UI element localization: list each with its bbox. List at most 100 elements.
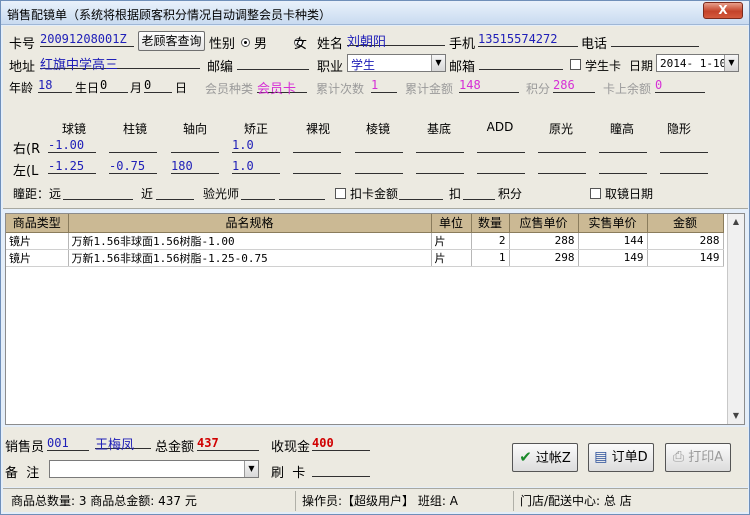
total-amount-label: 累计金额 xyxy=(405,82,454,96)
cell-name[interactable]: 万新1.56非球面1.56树脂-1.00 xyxy=(68,232,432,250)
job-select[interactable]: 学生 ▼ xyxy=(347,54,446,72)
right-prism[interactable] xyxy=(355,138,403,153)
job-label: 职业 xyxy=(317,60,344,75)
birth-month-field[interactable]: 0 xyxy=(144,78,172,93)
right-sphere[interactable]: -1.00 xyxy=(48,138,96,153)
deduct-card-checkbox[interactable] xyxy=(335,188,346,199)
age-field[interactable]: 18 xyxy=(38,78,72,93)
deduct-points-field[interactable] xyxy=(463,185,495,200)
pickup-date-checkbox[interactable] xyxy=(590,188,601,199)
col-qty[interactable]: 数量 xyxy=(471,214,510,233)
date-picker[interactable]: 2014- 1-10 ▼ xyxy=(656,54,739,72)
col-unit[interactable]: 单位 xyxy=(431,214,472,233)
order-button[interactable]: ▤ 订单D xyxy=(588,443,654,472)
left-sphere[interactable]: -1.25 xyxy=(48,159,96,174)
pd-far-field[interactable] xyxy=(63,185,133,200)
left-original[interactable] xyxy=(538,159,586,174)
right-add[interactable] xyxy=(477,138,525,153)
cash-field[interactable]: 400 xyxy=(312,436,370,451)
cell-qty[interactable]: 2 xyxy=(471,232,510,250)
cell-list-price[interactable]: 298 xyxy=(509,249,579,267)
remark-select[interactable]: ▼ xyxy=(49,460,259,478)
scroll-up-icon[interactable]: ▲ xyxy=(728,214,744,230)
left-cylinder[interactable]: -0.75 xyxy=(109,159,157,174)
cell-type[interactable]: 镜片 xyxy=(6,232,69,250)
left-add[interactable] xyxy=(477,159,525,174)
right-cylinder[interactable] xyxy=(109,138,157,153)
name-field[interactable]: 刘朝阳 xyxy=(347,31,445,50)
right-pupil-height[interactable] xyxy=(599,138,647,153)
col-sale-price[interactable]: 实售单价 xyxy=(578,214,648,233)
col-list-price[interactable]: 应售单价 xyxy=(509,214,579,233)
window-title: 销售配镜单（系统将根据顾客积分情况自动调整会员卡种类） xyxy=(7,8,332,22)
post-button[interactable]: ✔ 过帐Z xyxy=(512,443,578,472)
card-balance-label: 卡上余额 xyxy=(603,82,652,96)
birth-month-label: 月 xyxy=(130,81,143,95)
cell-amount[interactable]: 149 xyxy=(647,249,724,267)
card-balance-field: 0 xyxy=(655,78,705,93)
pd-far-label: 瞳距：远 xyxy=(13,187,62,201)
table-row[interactable]: 镜片 万新1.56非球面1.56树脂-1.25-0.75 片 1 298 149… xyxy=(6,249,724,267)
deduct-card-field[interactable] xyxy=(399,185,443,200)
grid-scrollbar[interactable]: ▲ ▼ xyxy=(727,214,744,424)
left-contact[interactable] xyxy=(660,159,708,174)
chevron-down-icon[interactable]: ▼ xyxy=(724,55,738,71)
salesperson-id-field[interactable]: 001 xyxy=(47,436,89,451)
scroll-down-icon[interactable]: ▼ xyxy=(728,408,744,424)
cell-unit[interactable]: 片 xyxy=(431,249,472,267)
left-correction[interactable]: 1.0 xyxy=(232,159,280,174)
col-name[interactable]: 品名规格 xyxy=(68,214,432,233)
mobile-field[interactable]: 13515574272 xyxy=(478,32,578,47)
card-no-field[interactable]: 20091208001Z xyxy=(40,32,134,47)
right-contact[interactable] xyxy=(660,138,708,153)
left-pupil-height[interactable] xyxy=(599,159,647,174)
old-customer-search-button[interactable]: 老顾客查询 xyxy=(138,31,205,51)
cell-sale-price[interactable]: 144 xyxy=(578,232,648,250)
header-cylinder: 柱镜 xyxy=(122,122,147,136)
right-base[interactable] xyxy=(416,138,464,153)
age-label: 年龄 xyxy=(9,81,34,95)
right-correction[interactable]: 1.0 xyxy=(232,138,280,153)
left-naked-vision[interactable] xyxy=(293,159,341,174)
postcode-field[interactable] xyxy=(237,55,309,70)
right-axis[interactable] xyxy=(171,138,219,153)
chevron-down-icon[interactable]: ▼ xyxy=(431,55,445,71)
cell-amount[interactable]: 288 xyxy=(647,232,724,250)
gender-male-radio[interactable] xyxy=(241,38,250,47)
chevron-down-icon[interactable]: ▼ xyxy=(244,461,258,477)
points-label: 积分 xyxy=(526,82,551,96)
left-axis[interactable]: 180 xyxy=(171,159,219,174)
student-card-checkbox[interactable] xyxy=(570,59,581,70)
address-field[interactable]: 红旗中学高三 xyxy=(40,54,200,73)
col-type[interactable]: 商品类型 xyxy=(6,214,69,233)
postcode-label: 邮编 xyxy=(207,60,234,75)
right-naked-vision[interactable] xyxy=(293,138,341,153)
cell-sale-price[interactable]: 149 xyxy=(578,249,648,267)
left-base[interactable] xyxy=(416,159,464,174)
footer-panel: 销售员 001 王梅凤 总金额 437 收现金 400 备 注 ▼ 刷 卡 ✔ … xyxy=(3,427,748,487)
close-icon[interactable]: X xyxy=(718,3,727,17)
optometrist-name-field[interactable] xyxy=(279,185,325,200)
birth-year-field[interactable]: 0 xyxy=(100,78,128,93)
swipe-card-field[interactable] xyxy=(312,462,370,477)
email-field[interactable] xyxy=(479,55,563,70)
cell-list-price[interactable]: 288 xyxy=(509,232,579,250)
left-prism[interactable] xyxy=(355,159,403,174)
cell-type[interactable]: 镜片 xyxy=(6,249,69,267)
total-field: 437 xyxy=(197,436,259,451)
header-sphere: 球镜 xyxy=(61,122,86,136)
cell-qty[interactable]: 1 xyxy=(471,249,510,267)
pd-near-field[interactable] xyxy=(156,185,194,200)
print-button[interactable]: ⎙ 打印A xyxy=(665,443,731,472)
items-table: 商品类型 品名规格 单位 数量 应售单价 实售单价 金额 镜片 万新1.56非球… xyxy=(6,214,724,267)
cell-name[interactable]: 万新1.56非球面1.56树脂-1.25-0.75 xyxy=(68,249,432,267)
optometrist-field[interactable] xyxy=(241,185,275,200)
right-original[interactable] xyxy=(538,138,586,153)
job-value: 学生 xyxy=(351,58,376,72)
phone-field[interactable] xyxy=(611,32,699,47)
post-button-label: 过帐Z xyxy=(535,451,571,466)
table-row[interactable]: 镜片 万新1.56非球面1.56树脂-1.00 片 2 288 144 288 xyxy=(6,232,724,250)
close-button[interactable]: X xyxy=(703,2,743,19)
col-amount[interactable]: 金额 xyxy=(647,214,724,233)
cell-unit[interactable]: 片 xyxy=(431,232,472,250)
